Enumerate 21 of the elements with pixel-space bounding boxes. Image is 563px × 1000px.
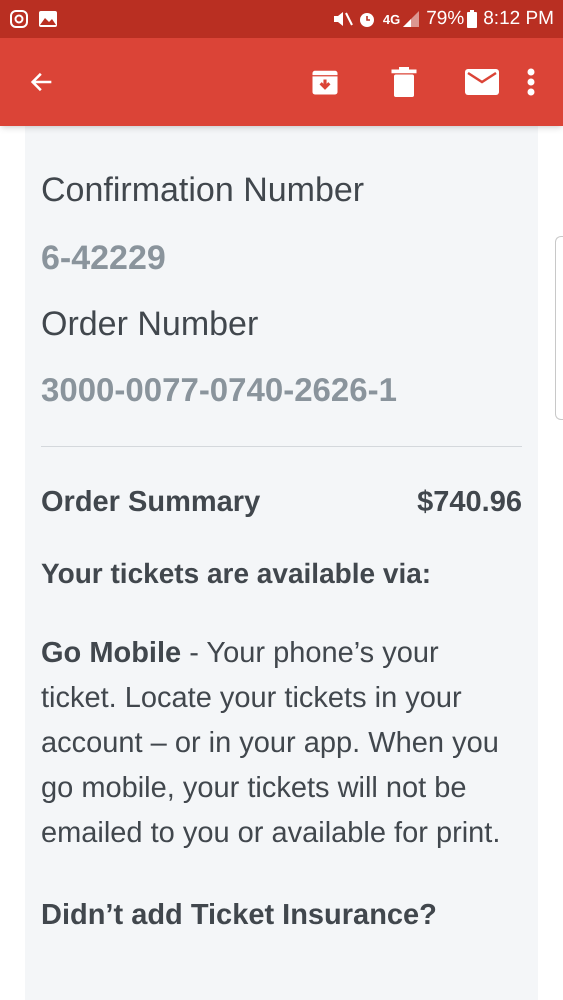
mail-icon[interactable] [465, 69, 499, 95]
camera-app-icon [9, 9, 29, 29]
order-label: Order Number [41, 304, 260, 344]
scroll-handle[interactable] [555, 236, 563, 420]
order-number: 3000-0077-0740-2626-1 [41, 370, 398, 410]
summary-total: $740.96 [417, 485, 522, 520]
insurance-heading: Didn’t add Ticket Insurance? [41, 898, 438, 932]
availability-heading: Your tickets are available via: [41, 556, 432, 590]
battery-icon [467, 10, 478, 28]
network-label: 4G [382, 12, 400, 26]
confirmation-label: Confirmation Number [41, 170, 366, 210]
confirmation-number: 6-42229 [41, 238, 167, 278]
battery-percent: 79% [426, 6, 464, 31]
mute-icon [332, 10, 353, 28]
image-icon [38, 9, 58, 29]
delete-icon[interactable] [391, 67, 417, 97]
summary-label: Order Summary [41, 485, 260, 520]
go-mobile-paragraph: Go Mobile - Your phone’s your ticket. Locate your tickets in your account – or in your app. When you go mobile, your tickets will not be emailed to you or available for print. [41, 636, 502, 850]
more-icon[interactable] [527, 68, 535, 96]
clock: 8:12 PM [483, 6, 554, 31]
signal-icon [402, 10, 420, 28]
